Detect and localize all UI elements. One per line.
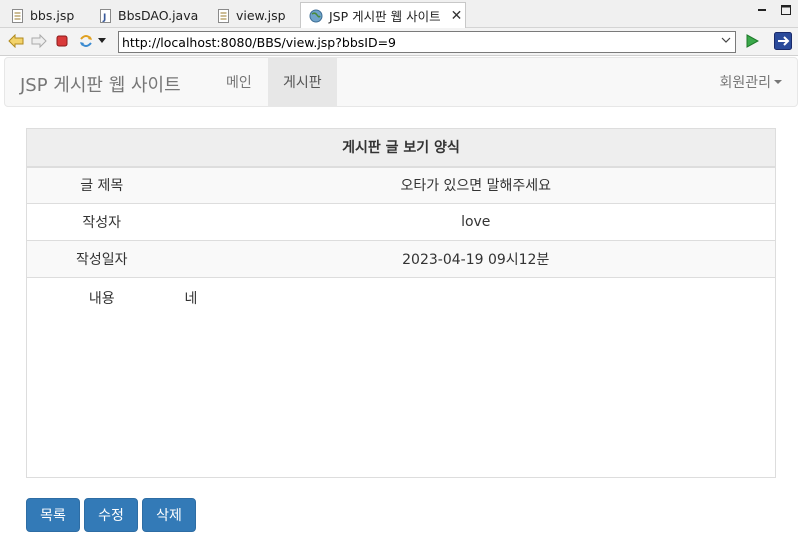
table-row: 작성자 love xyxy=(26,203,776,241)
url-bar[interactable] xyxy=(118,31,736,53)
table-title: 게시판 글 보기 양식 xyxy=(26,128,776,168)
svg-text:J: J xyxy=(102,13,106,23)
tab-view-jsp[interactable]: view.jsp xyxy=(208,3,300,28)
author-label: 작성자 xyxy=(26,203,177,241)
table-row: 작성일자 2023-04-19 09시12분 xyxy=(26,240,776,278)
tab-label: BbsDAO.java xyxy=(118,8,199,23)
stop-icon[interactable] xyxy=(54,33,70,49)
tab-label: JSP 게시판 웹 사이트 xyxy=(329,9,441,24)
table-row: 내용 네 xyxy=(26,277,776,478)
tab-browser-page[interactable]: JSP 게시판 웹 사이트 ✕ xyxy=(300,2,466,28)
tab-label: view.jsp xyxy=(236,8,286,23)
nav-item-main[interactable]: 메인 xyxy=(211,58,267,106)
title-label: 글 제목 xyxy=(26,166,177,204)
editor-tab-bar: bbs.jsp J BbsDAO.java view.jsp JSP 게시판 웹… xyxy=(0,0,798,28)
member-management-dropdown[interactable]: 회원관리 xyxy=(719,58,782,106)
date-value: 2023-04-19 09시12분 xyxy=(176,240,776,278)
globe-icon xyxy=(309,8,323,23)
site-navbar: JSP 게시판 웹 사이트 메인 게시판 회원관리 xyxy=(4,57,798,107)
edit-button[interactable]: 수정 xyxy=(84,498,138,532)
url-history-dropdown-icon[interactable] xyxy=(721,35,731,48)
delete-button[interactable]: 삭제 xyxy=(142,498,196,532)
window-controls xyxy=(756,4,792,16)
table-row: 글 제목 오타가 있으면 말해주세요 xyxy=(26,166,776,204)
date-label: 작성일자 xyxy=(26,240,177,278)
go-icon[interactable] xyxy=(744,33,760,49)
tab-bbsdao-java[interactable]: J BbsDAO.java xyxy=(90,3,208,28)
maximize-icon[interactable] xyxy=(780,4,792,16)
author-value: love xyxy=(176,203,776,241)
site-brand[interactable]: JSP 게시판 웹 사이트 xyxy=(20,71,181,97)
chevron-down-icon[interactable] xyxy=(97,33,107,49)
list-button[interactable]: 목록 xyxy=(26,498,80,532)
browser-toolbar xyxy=(0,28,798,56)
forward-arrow-icon[interactable] xyxy=(31,33,47,49)
jsp-file-icon xyxy=(216,8,230,23)
url-input[interactable] xyxy=(122,34,712,50)
jsp-file-icon xyxy=(10,8,24,23)
tab-label: bbs.jsp xyxy=(30,8,75,23)
refresh-icon[interactable] xyxy=(78,33,94,49)
member-management-label: 회원관리 xyxy=(719,75,771,91)
content-label: 내용 xyxy=(26,277,177,478)
post-view-table: 게시판 글 보기 양식 글 제목 오타가 있으면 말해주세요 작성자 love … xyxy=(26,128,776,478)
back-arrow-icon[interactable] xyxy=(8,33,24,49)
browser-settings-icon[interactable] xyxy=(774,32,792,50)
minimize-icon[interactable] xyxy=(756,4,768,16)
tab-bbs-jsp[interactable]: bbs.jsp xyxy=(2,3,92,28)
close-icon[interactable]: ✕ xyxy=(451,8,463,24)
java-file-icon: J xyxy=(98,8,112,23)
caret-down-icon xyxy=(774,80,782,84)
content-value: 네 xyxy=(176,277,776,478)
nav-item-board[interactable]: 게시판 xyxy=(268,58,337,106)
title-value: 오타가 있으면 말해주세요 xyxy=(176,166,776,204)
